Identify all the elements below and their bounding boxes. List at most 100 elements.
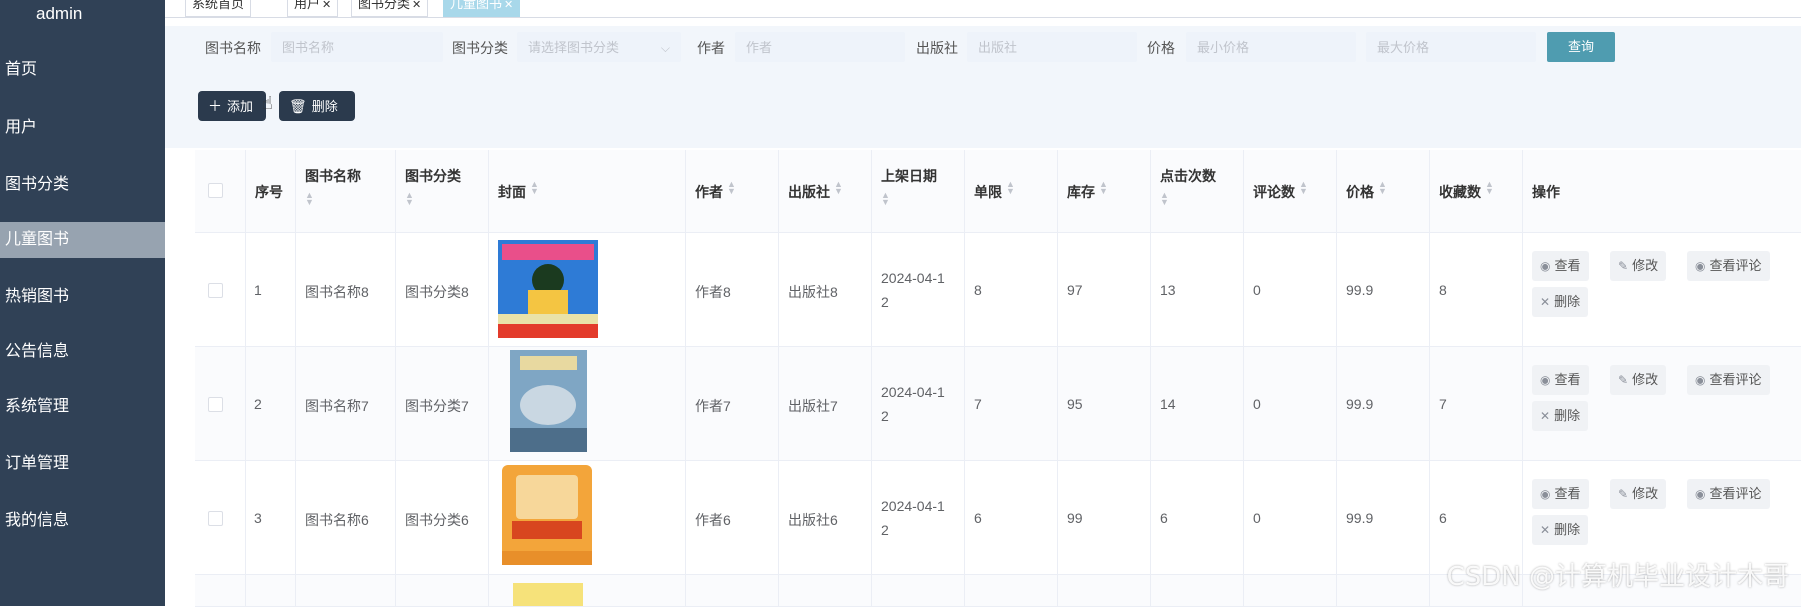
- header-comments[interactable]: 评论数 ▲ ▼: [1243, 150, 1336, 232]
- column-divider: [295, 150, 296, 606]
- header-publisher[interactable]: 出版社 ▲ ▼: [778, 150, 871, 232]
- column-divider: [871, 150, 872, 606]
- sort-icon[interactable]: ▲ ▼: [305, 191, 314, 207]
- book-cover-image[interactable]: [498, 240, 598, 338]
- sidebar-item-announcements[interactable]: 公告信息: [0, 334, 165, 370]
- row-favorites: 8: [1439, 282, 1447, 298]
- header-label: 评论数: [1253, 184, 1295, 200]
- close-icon[interactable]: ✕: [504, 0, 513, 11]
- chevron-down-icon: ⌵: [660, 41, 670, 55]
- sidebar-item-book-category[interactable]: 图书分类: [0, 167, 165, 203]
- column-divider: [488, 150, 489, 606]
- max-price-input[interactable]: 最大价格: [1366, 32, 1536, 62]
- header-label: 价格: [1346, 184, 1374, 200]
- sort-icon[interactable]: ▲ ▼: [530, 180, 539, 196]
- header-favorites[interactable]: 收藏数 ▲ ▼: [1429, 150, 1522, 232]
- author-input[interactable]: 作者: [735, 32, 905, 62]
- sidebar-item-home[interactable]: 首页: [0, 52, 165, 88]
- tag-users[interactable]: 用户 ✕: [287, 0, 339, 17]
- view-button[interactable]: ◉ 查看: [1532, 365, 1589, 395]
- table-row[interactable]: 2 图书名称7 图书分类7 作者7 出版社7 2024-04-1 2 7 95 …: [195, 347, 1801, 461]
- sidebar-item-my-info[interactable]: 我的信息: [0, 503, 165, 539]
- sidebar-item-children-books[interactable]: 儿童图书: [0, 222, 165, 258]
- sidebar-item-orders[interactable]: 订单管理: [0, 446, 165, 482]
- book-cover-image[interactable]: [502, 465, 592, 565]
- tag-children-books[interactable]: 儿童图书 ✕: [443, 0, 521, 17]
- tag-label: 儿童图书: [450, 0, 503, 11]
- header-label: 收藏数: [1439, 184, 1481, 200]
- min-price-input[interactable]: 最小价格: [1186, 32, 1356, 62]
- delete-button[interactable]: ✕ 删除: [1532, 401, 1589, 431]
- row-checkbox[interactable]: [208, 397, 223, 412]
- sort-icon[interactable]: ▲ ▼: [727, 180, 736, 196]
- header-index: 序号: [245, 150, 295, 232]
- edit-label: 修改: [1632, 372, 1659, 387]
- header-label: 作者: [695, 184, 723, 200]
- watermark: CSDN @计算机毕业设计木哥: [1446, 562, 1789, 592]
- sidebar-item-system[interactable]: 系统管理: [0, 389, 165, 425]
- row-checkbox[interactable]: [208, 283, 223, 298]
- close-icon[interactable]: ✕: [412, 0, 421, 11]
- edit-button[interactable]: ✎ 修改: [1610, 479, 1667, 509]
- query-button[interactable]: 查询: [1547, 32, 1615, 62]
- sidebar-item-hot-books[interactable]: 热销图书: [0, 279, 165, 315]
- book-cover-image[interactable]: [510, 350, 587, 452]
- sidebar-item-users[interactable]: 用户: [0, 110, 165, 146]
- publisher-input[interactable]: 出版社: [967, 32, 1137, 62]
- sort-icon[interactable]: ▲ ▼: [1485, 180, 1494, 196]
- delete-button[interactable]: ✕ 删除: [1532, 287, 1589, 317]
- view-button[interactable]: ◉ 查看: [1532, 251, 1589, 281]
- view-button[interactable]: ◉ 查看: [1532, 479, 1589, 509]
- add-button-label: 添加: [227, 99, 254, 114]
- add-button[interactable]: ＋ 添加: [198, 91, 266, 121]
- row-limit: 7: [974, 396, 982, 412]
- select-all-checkbox[interactable]: [208, 183, 223, 198]
- author-label: 作者: [697, 40, 725, 56]
- row-checkbox[interactable]: [208, 511, 223, 526]
- delete-label: 删除: [1554, 408, 1581, 423]
- delete-button-label: 删除: [311, 99, 338, 114]
- view-label: 查看: [1554, 486, 1581, 501]
- row-date-line1: 2024-04-1: [881, 270, 945, 286]
- row-stock: 95: [1067, 396, 1083, 412]
- view-comments-button[interactable]: ◉ 查看评论: [1687, 251, 1770, 281]
- table-row[interactable]: 1 图书名称8 图书分类8 作者8 出版社8 2024-04-1 2 8 97 …: [195, 233, 1801, 347]
- sort-icon[interactable]: ▲ ▼: [405, 191, 414, 207]
- book-name-input[interactable]: 图书名称: [271, 32, 443, 62]
- header-price[interactable]: 价格 ▲ ▼: [1336, 150, 1429, 232]
- header-author[interactable]: 作者 ▲ ▼: [685, 150, 778, 232]
- column-divider: [1057, 150, 1058, 606]
- sort-icon[interactable]: ▲ ▼: [1006, 180, 1015, 196]
- view-comments-button[interactable]: ◉ 查看评论: [1687, 365, 1770, 395]
- sort-icon[interactable]: ▲ ▼: [1378, 180, 1387, 196]
- header-stock[interactable]: 库存 ▲ ▼: [1057, 150, 1150, 232]
- header-clicks[interactable]: 点击次数 ▲ ▼: [1150, 150, 1243, 232]
- sort-icon[interactable]: ▲ ▼: [881, 191, 890, 207]
- edit-button[interactable]: ✎ 修改: [1610, 251, 1667, 281]
- close-icon[interactable]: ✕: [322, 0, 331, 11]
- sort-icon[interactable]: ▲ ▼: [1099, 180, 1108, 196]
- view-comments-button[interactable]: ◉ 查看评论: [1687, 479, 1770, 509]
- header-cover[interactable]: 封面 ▲ ▼: [488, 150, 685, 232]
- row-publisher: 出版社6: [788, 512, 838, 528]
- book-cover-image[interactable]: [513, 583, 583, 606]
- delete-button[interactable]: ✕ 删除: [1532, 515, 1589, 545]
- header-date[interactable]: 上架日期 ▲ ▼: [871, 150, 964, 232]
- view-comments-label: 查看评论: [1709, 372, 1762, 387]
- batch-delete-button[interactable]: 🗑 删除: [279, 91, 355, 121]
- edit-button[interactable]: ✎ 修改: [1610, 365, 1667, 395]
- row-stock: 99: [1067, 510, 1083, 526]
- header-category[interactable]: 图书分类 ▲ ▼: [395, 150, 488, 232]
- header-name[interactable]: 图书名称 ▲ ▼: [295, 150, 395, 232]
- sort-icon[interactable]: ▲ ▼: [834, 180, 843, 196]
- header-label: 出版社: [788, 184, 830, 200]
- row-price: 99.9: [1346, 282, 1374, 298]
- sort-icon[interactable]: ▲ ▼: [1299, 180, 1308, 196]
- row-author: 作者8: [695, 284, 731, 300]
- column-divider: [1336, 150, 1337, 606]
- tag-home[interactable]: 系统首页: [185, 0, 252, 17]
- header-limit[interactable]: 单限 ▲ ▼: [964, 150, 1057, 232]
- sort-icon[interactable]: ▲ ▼: [1160, 191, 1169, 207]
- category-select[interactable]: 请选择图书分类 ⌵: [517, 32, 681, 62]
- tag-book-category[interactable]: 图书分类 ✕: [351, 0, 429, 17]
